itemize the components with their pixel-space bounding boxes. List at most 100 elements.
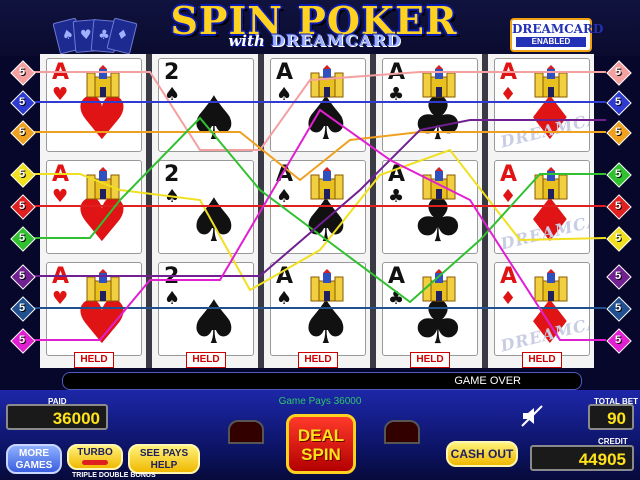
card-fan-logo: ♠ ♥ ♣ ♦ [52,17,138,55]
card-rank: 2 [164,162,180,187]
reel-column[interactable]: A ♣ ♣ A ♣ ♣ A ♣ ♣ HELD [376,54,482,368]
playing-card[interactable]: A ♣ ♣ [382,58,478,152]
card-grid: A ♥ ♥ A ♥ ♥ A ♥ ♥ HELD 2 ♠ ♠ 2 ♠ ♠ 2 ♠ ♠ HELD A ♠ ♠ A ♠ ♠ A ♠ ♠ HELD A… [40,54,594,368]
payline-badge-right: 5 [606,60,632,86]
playing-card[interactable]: A ♥ ♥ [46,262,142,356]
payline-badge-left: 5 [10,328,36,354]
payline-bet: 5 [614,270,622,282]
reel-column[interactable]: A ♦ ♦ DREAMCARD A ♦ ♦ DREAMCARD A ♦ ♦ DREAMCARD HELD [488,54,594,368]
payline-badge-left: 5 [10,120,36,146]
card-suit-small: ♠ [164,84,181,105]
card-suit-small: ♥ [52,186,69,207]
playing-card[interactable]: A ♦ ♦ DREAMCARD [494,58,590,152]
payline-badge-right: 5 [606,194,632,220]
card-suit-small: ♣ [388,186,405,207]
payline-badge-left: 5 [10,296,36,322]
deal-label: DEAL [297,426,345,445]
card-rank: A [276,162,294,187]
payline-bet: 5 [614,302,622,314]
payline-bet: 5 [18,334,26,346]
card-rank: A [276,264,294,289]
playing-card[interactable]: A ♣ ♣ [382,262,478,356]
held-indicator: HELD [522,352,562,368]
payline-bet: 5 [18,232,26,244]
playing-card[interactable]: A ♦ ♦ DREAMCARD [494,160,590,254]
payline-badge-right: 5 [606,90,632,116]
deal-spin-button[interactable]: DEAL SPIN [286,414,356,474]
console-bump-right [384,420,420,444]
playing-card[interactable]: A ♥ ♥ [46,58,142,152]
castle-icon [422,167,456,200]
card-suit-large: ♠ [187,288,241,356]
payline-bet: 5 [18,66,26,78]
card-suit-small: ♥ [52,84,69,105]
card-rank: A [388,264,406,289]
subtitle-with: with [228,32,265,50]
more-games-button[interactable]: MORE GAMES [6,444,62,474]
payline-bet: 5 [18,302,26,314]
card-suit-large: ♠ [187,84,241,152]
playing-card[interactable]: A ♣ ♣ [382,160,478,254]
payline-badge-right: 5 [606,264,632,290]
badge-title: DREAMCARD [512,22,604,36]
playing-card[interactable]: 2 ♠ ♠ [158,160,254,254]
castle-icon [310,65,344,98]
castle-icon [310,269,344,302]
reel-column[interactable]: 2 ♠ ♠ 2 ♠ ♠ 2 ♠ ♠ HELD [152,54,258,368]
card-suit-small: ♠ [276,186,293,207]
reel-column[interactable]: A ♥ ♥ A ♥ ♥ A ♥ ♥ HELD [40,54,146,368]
playing-card[interactable]: 2 ♠ ♠ [158,262,254,356]
status-bar: GAME OVER [62,372,582,390]
speaker-muted-icon[interactable] [520,404,546,428]
card-suit-small: ♦ [500,186,517,207]
status-message: GAME OVER [454,375,521,387]
card-suit-small: ♣ [388,84,405,105]
castle-icon [422,65,456,98]
payline-bet: 5 [614,66,622,78]
payline-bet: 5 [614,96,622,108]
playing-card[interactable]: A ♠ ♠ [270,262,366,356]
card-rank: 2 [164,264,180,289]
playing-card[interactable]: A ♦ ♦ DREAMCARD [494,262,590,356]
dreamcard-enabled-badge: DREAMCARD ENABLED [510,18,604,52]
payline-badge-left: 5 [10,90,36,116]
payline-badge-right: 5 [606,162,632,188]
payline-bet: 5 [614,126,622,138]
card-suit-small: ♦ [500,288,517,309]
see-pays-help-button[interactable]: SEE PAYS HELP [128,444,200,474]
payline-badge-right: 5 [606,328,632,354]
spin-label: SPIN [301,445,341,464]
subtitle-brand: DREAMCARD [270,31,402,50]
payline-bet: 5 [614,232,622,244]
payline-bet: 5 [18,270,26,282]
castle-icon [86,167,120,200]
header: ♠ ♥ ♣ ♦ SPIN POKER with DREAMCARD DREAMCA… [0,0,640,56]
card-suit-small: ♥ [52,288,69,309]
castle-icon [534,269,568,302]
payline-badge-left: 5 [10,226,36,252]
reel-column[interactable]: A ♠ ♠ A ♠ ♠ A ♠ ♠ HELD [264,54,370,368]
playing-card[interactable]: 2 ♠ ♠ [158,58,254,152]
payline-badge-right: 5 [606,226,632,252]
playing-card[interactable]: A ♠ ♠ [270,160,366,254]
console-bump-left [228,420,264,444]
castle-icon [310,167,344,200]
card-rank: A [500,60,518,85]
card-rank: A [388,162,406,187]
held-indicator: HELD [74,352,114,368]
payline-badge-left: 5 [10,162,36,188]
playing-card[interactable]: A ♥ ♥ [46,160,142,254]
turbo-button[interactable]: TURBO [67,444,123,470]
playing-card[interactable]: A ♠ ♠ [270,58,366,152]
card-rank: A [500,264,518,289]
card-suit-small: ♦ [500,84,517,105]
card-rank: A [388,60,406,85]
turbo-label: TURBO [77,447,113,458]
payline-badge-right: 5 [606,296,632,322]
game-pays-text: Game Pays 36000 [278,396,362,407]
castle-icon [422,269,456,302]
held-indicator: HELD [298,352,338,368]
cash-out-button[interactable]: CASH OUT [446,441,518,467]
card-suit-small: ♠ [164,186,181,207]
payline-badge-left: 5 [10,60,36,86]
